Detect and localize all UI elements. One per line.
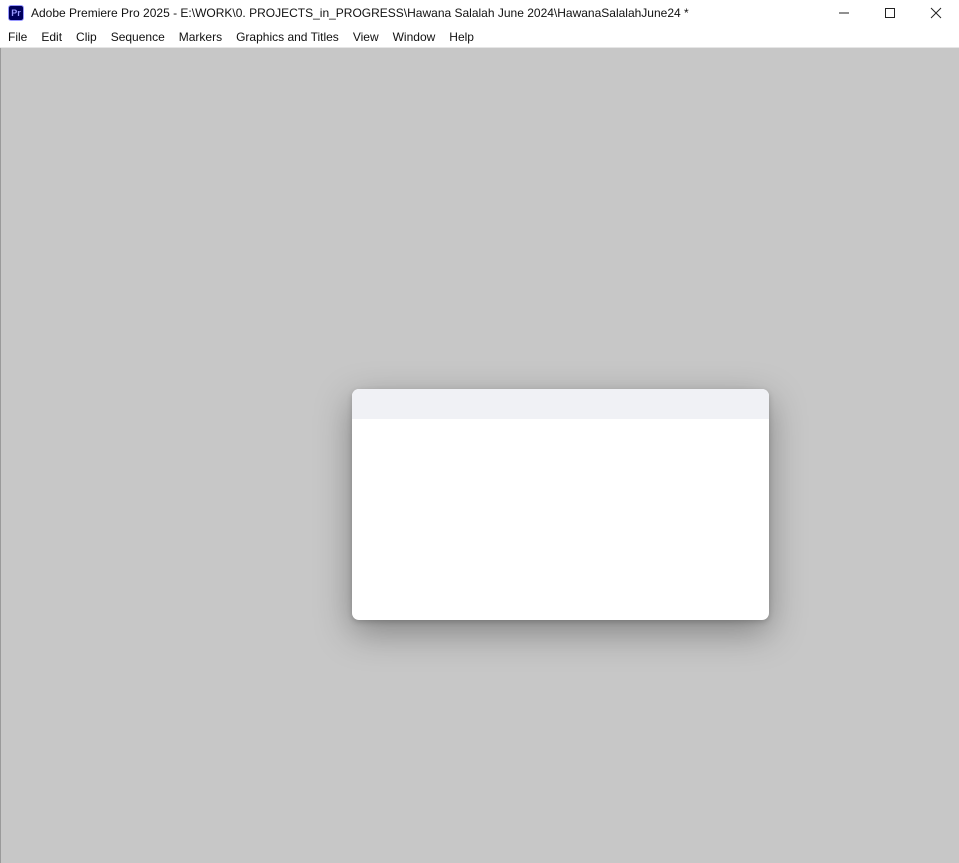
window-controls — [821, 0, 959, 26]
menu-help[interactable]: Help — [442, 26, 481, 48]
close-icon — [930, 7, 942, 19]
menu-graphics-and-titles[interactable]: Graphics and Titles — [229, 26, 346, 48]
window-left-border — [0, 48, 1, 863]
window-title: Adobe Premiere Pro 2025 - E:\WORK\0. PRO… — [31, 6, 689, 20]
menu-window[interactable]: Window — [386, 26, 443, 48]
title-bar[interactable]: Pr Adobe Premiere Pro 2025 - E:\WORK\0. … — [0, 0, 959, 26]
maximize-icon — [885, 8, 895, 18]
minimize-icon — [839, 12, 849, 14]
menu-edit[interactable]: Edit — [34, 26, 69, 48]
maximize-button[interactable] — [867, 0, 913, 26]
dialog-header[interactable] — [352, 389, 769, 419]
minimize-button[interactable] — [821, 0, 867, 26]
blank-dialog[interactable] — [352, 389, 769, 620]
menu-bar: File Edit Clip Sequence Markers Graphics… — [0, 26, 959, 48]
premiere-window: Pr Adobe Premiere Pro 2025 - E:\WORK\0. … — [0, 0, 959, 863]
menu-clip[interactable]: Clip — [69, 26, 104, 48]
menu-markers[interactable]: Markers — [172, 26, 229, 48]
close-button[interactable] — [913, 0, 959, 26]
menu-file[interactable]: File — [0, 26, 34, 48]
premiere-app-icon: Pr — [8, 5, 24, 21]
menu-view[interactable]: View — [346, 26, 386, 48]
menu-sequence[interactable]: Sequence — [104, 26, 172, 48]
